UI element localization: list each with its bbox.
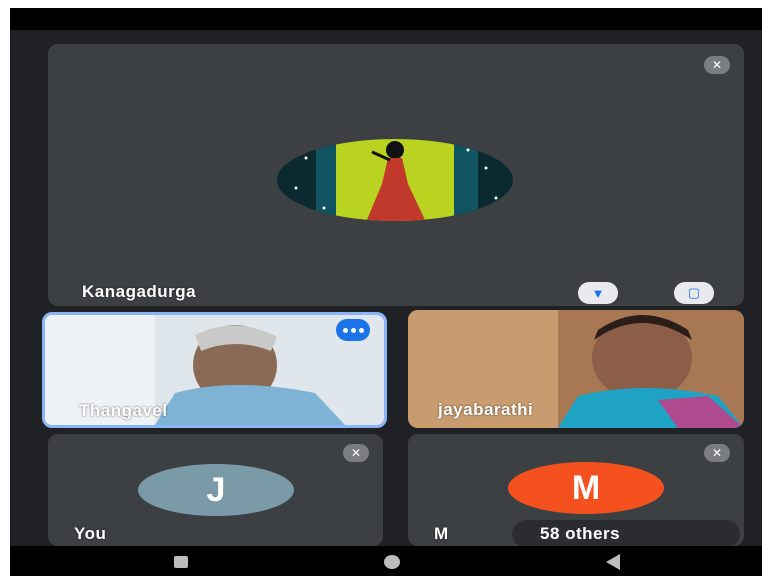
- meeting-screen: ✕ Kanagadurga ▼ ▢ Thangavel jayabarathi …: [10, 8, 762, 576]
- fullscreen-icon: ▢: [687, 285, 701, 300]
- participant-tile-you[interactable]: ✕ J You: [48, 434, 383, 546]
- participant-tile-main[interactable]: ✕ Kanagadurga ▼ ▢: [48, 44, 744, 306]
- pin-icon: ▼: [591, 285, 605, 301]
- pin-button[interactable]: ▼: [578, 282, 618, 304]
- speaking-indicator-icon: [336, 319, 370, 341]
- avatar: M: [508, 462, 664, 514]
- others-count-badge[interactable]: 58 others: [512, 520, 740, 546]
- participant-name: Kanagadurga: [82, 282, 197, 301]
- profile-avatar-image: [277, 139, 513, 221]
- home-icon[interactable]: [384, 555, 400, 569]
- participant-tile-thangavel[interactable]: Thangavel: [42, 312, 387, 428]
- android-nav-bar: [10, 546, 762, 576]
- avatar-initial: M: [571, 468, 601, 507]
- mic-off-icon: ✕: [704, 444, 730, 462]
- avatar: J: [138, 464, 294, 516]
- back-icon[interactable]: [606, 554, 620, 570]
- participant-name: jayabarathi: [438, 400, 534, 419]
- fullscreen-button[interactable]: ▢: [674, 282, 714, 304]
- participant-tile-m[interactable]: ✕ M M 58 others: [408, 434, 744, 546]
- status-bar: [10, 8, 762, 30]
- mic-off-icon: ✕: [343, 444, 369, 462]
- avatar-initial: J: [206, 470, 226, 509]
- participant-name: M: [434, 524, 449, 543]
- participant-tile-jayabarathi[interactable]: jayabarathi: [408, 310, 744, 428]
- mic-off-icon: ✕: [704, 56, 730, 74]
- participant-name: Thangavel: [79, 401, 168, 420]
- participant-name: You: [74, 524, 107, 543]
- recent-apps-icon[interactable]: [174, 556, 188, 568]
